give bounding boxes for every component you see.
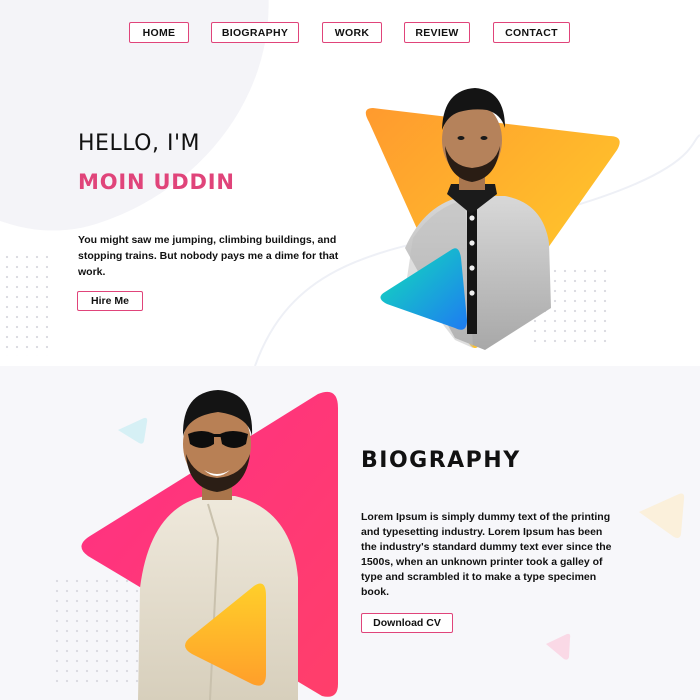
biography-portrait [81, 390, 338, 700]
light-yellow-triangle [639, 493, 685, 538]
hero-section: HOME BIOGRAPHY WORK REVIEW CONTACT HELLO… [0, 0, 700, 366]
nav-biography[interactable]: BIOGRAPHY [211, 22, 299, 43]
nav-home[interactable]: HOME [129, 22, 189, 43]
nav-work[interactable]: WORK [322, 22, 382, 43]
hero-portrait [365, 88, 620, 350]
intro-text: You might saw me jumping, climbing build… [78, 234, 339, 278]
nav-review[interactable]: REVIEW [404, 22, 470, 43]
biography-section: BIOGRAPHY Lorem Ipsum is simply dummy te… [0, 366, 700, 700]
biography-text: Lorem Ipsum is simply dummy text of the … [361, 511, 612, 598]
light-pink-triangle [546, 633, 571, 660]
biography-heading: BIOGRAPHY [361, 448, 521, 473]
nav-contact[interactable]: CONTACT [493, 22, 570, 43]
download-cv-button[interactable]: Download CV [361, 613, 453, 633]
hire-me-button[interactable]: Hire Me [77, 291, 143, 311]
main-nav: HOME BIOGRAPHY WORK REVIEW CONTACT [0, 22, 700, 44]
name-heading: MOIN UDDIN [78, 170, 235, 194]
greeting-heading: HELLO, I'M [78, 131, 200, 156]
dot-pattern-left [2, 252, 48, 356]
